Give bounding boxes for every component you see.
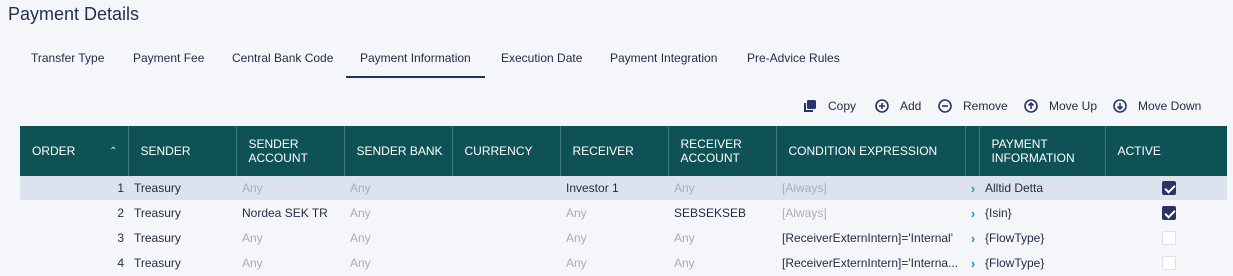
cell-sender-account: Any — [236, 176, 344, 201]
cell-receiver: Any — [566, 231, 587, 245]
cell-receiver-account: SEBSEKSEB — [674, 206, 747, 220]
cell-active — [1105, 201, 1227, 226]
remove-label: Remove — [963, 99, 1008, 113]
column-header-sender-bank[interactable]: SENDER BANK — [343, 126, 452, 176]
cell-expand[interactable]: › — [965, 176, 979, 201]
cell-sender: Treasury — [134, 256, 181, 270]
move-down-label: Move Down — [1138, 99, 1202, 113]
cell-active — [1105, 251, 1227, 276]
cell-sender-bank: Any — [350, 206, 371, 220]
tab-payment-integration[interactable]: Payment Integration — [610, 40, 717, 78]
sort-ascending-icon[interactable]: ⌃ — [109, 145, 117, 159]
remove-button[interactable]: Remove — [938, 96, 1008, 116]
cell-receiver: Investor 1 — [560, 176, 668, 201]
cell-condition: [Always] — [776, 176, 965, 201]
cell-receiver-account: Any — [674, 256, 695, 270]
tab-payment-information[interactable]: Payment Information — [346, 40, 485, 78]
chevron-right-icon[interactable]: › — [965, 231, 979, 246]
cell-payment-info: {Isin} — [985, 206, 1012, 220]
column-header-condition-expression[interactable]: CONDITION EXPRESSION — [775, 126, 965, 176]
column-header-active[interactable]: ACTIVE — [1104, 126, 1227, 176]
cell-currency — [452, 176, 560, 201]
column-header-currency[interactable]: CURRENCY — [451, 126, 560, 176]
move-down-button[interactable]: Move Down — [1113, 96, 1201, 116]
toolbar: Copy Add Remove Move Up Move Down — [0, 96, 1233, 116]
cell-receiver-account: Any — [668, 176, 776, 201]
cell-condition: [Always] — [782, 206, 827, 220]
arrow-down-circle-icon — [1113, 99, 1127, 113]
active-checkbox[interactable] — [1162, 181, 1176, 195]
tab-payment-fee[interactable]: Payment Fee — [133, 40, 204, 78]
copy-icon — [803, 99, 817, 113]
column-header-order-label: ORDER — [32, 144, 76, 158]
column-header-receiver-account[interactable]: RECEIVER ACCOUNT — [667, 126, 776, 176]
column-header-sender[interactable]: SENDER — [127, 126, 236, 176]
column-header-payment-information[interactable]: PAYMENT INFORMATION — [978, 126, 1105, 176]
cell-expand[interactable]: › — [965, 226, 979, 251]
table-row[interactable]: 3 Treasury Any Any Any Any [ReceiverExte… — [20, 226, 1227, 251]
cell-sender-account: Any — [242, 231, 263, 245]
cell-expand[interactable]: › — [965, 251, 979, 276]
copy-button[interactable]: Copy — [803, 96, 856, 116]
cell-sender-bank: Any — [344, 176, 452, 201]
add-circle-icon — [875, 99, 889, 113]
column-header-sender-account[interactable]: SENDER ACCOUNT — [235, 126, 344, 176]
cell-currency — [452, 201, 560, 226]
cell-sender: Treasury — [134, 206, 181, 220]
remove-circle-icon — [938, 99, 952, 113]
cell-currency — [452, 226, 560, 251]
column-header-spacer — [964, 126, 979, 176]
cell-payment-info: {FlowType} — [985, 231, 1045, 245]
cell-sender: Treasury — [128, 176, 236, 201]
chevron-right-icon[interactable]: › — [965, 181, 979, 196]
cell-receiver: Any — [566, 206, 587, 220]
cell-payment-info: {FlowType} — [985, 256, 1045, 270]
add-button[interactable]: Add — [875, 96, 921, 116]
cell-order: 1 — [20, 176, 128, 201]
move-up-label: Move Up — [1049, 99, 1098, 113]
cell-receiver: Any — [566, 256, 587, 270]
payment-information-grid: ORDER ⌃ SENDER SENDER ACCOUNT SENDER BAN… — [20, 126, 1227, 276]
table-row[interactable]: 2 Treasury Nordea SEK TR Any Any SEBSEKS… — [20, 201, 1227, 226]
cell-sender: Treasury — [134, 231, 181, 245]
cell-sender-bank: Any — [350, 231, 371, 245]
cell-sender-account: Any — [242, 256, 263, 270]
cell-order: 2 — [117, 206, 124, 220]
page-title: Payment Details — [8, 4, 140, 24]
column-header-order[interactable]: ORDER ⌃ — [20, 126, 128, 176]
cell-order: 3 — [117, 231, 124, 245]
move-up-button[interactable]: Move Up — [1024, 96, 1097, 116]
active-checkbox[interactable] — [1162, 206, 1176, 220]
cell-expand[interactable]: › — [965, 201, 979, 226]
cell-currency — [452, 251, 560, 276]
cell-active — [1105, 176, 1227, 201]
cell-condition: [ReceiverExternIntern]='Interna... — [782, 256, 959, 270]
table-row[interactable]: 1 Treasury Any Any Investor 1 Any [Alway… — [20, 176, 1227, 201]
active-checkbox[interactable] — [1162, 231, 1176, 245]
cell-sender-account: Nordea SEK TR — [242, 206, 328, 220]
column-header-receiver[interactable]: RECEIVER — [559, 126, 668, 176]
active-checkbox[interactable] — [1162, 256, 1176, 270]
tab-pre-advice-rules[interactable]: Pre-Advice Rules — [747, 40, 840, 78]
arrow-up-circle-icon — [1024, 99, 1038, 113]
cell-order: 4 — [117, 256, 124, 270]
cell-active — [1105, 226, 1227, 251]
table-row[interactable]: 4 Treasury Any Any Any Any [ReceiverExte… — [20, 251, 1227, 276]
cell-condition: [ReceiverExternIntern]='Internal' — [782, 231, 953, 245]
add-label: Add — [900, 99, 922, 113]
tab-central-bank-code[interactable]: Central Bank Code — [232, 40, 333, 78]
cell-sender-bank: Any — [350, 256, 371, 270]
tab-transfer-type[interactable]: Transfer Type — [31, 40, 104, 78]
tab-execution-date[interactable]: Execution Date — [501, 40, 582, 78]
chevron-right-icon[interactable]: › — [965, 206, 979, 221]
cell-payment-info: Alltid Detta — [979, 176, 1105, 201]
chevron-right-icon[interactable]: › — [965, 256, 979, 271]
cell-receiver-account: Any — [674, 231, 695, 245]
copy-label: Copy — [828, 99, 857, 113]
